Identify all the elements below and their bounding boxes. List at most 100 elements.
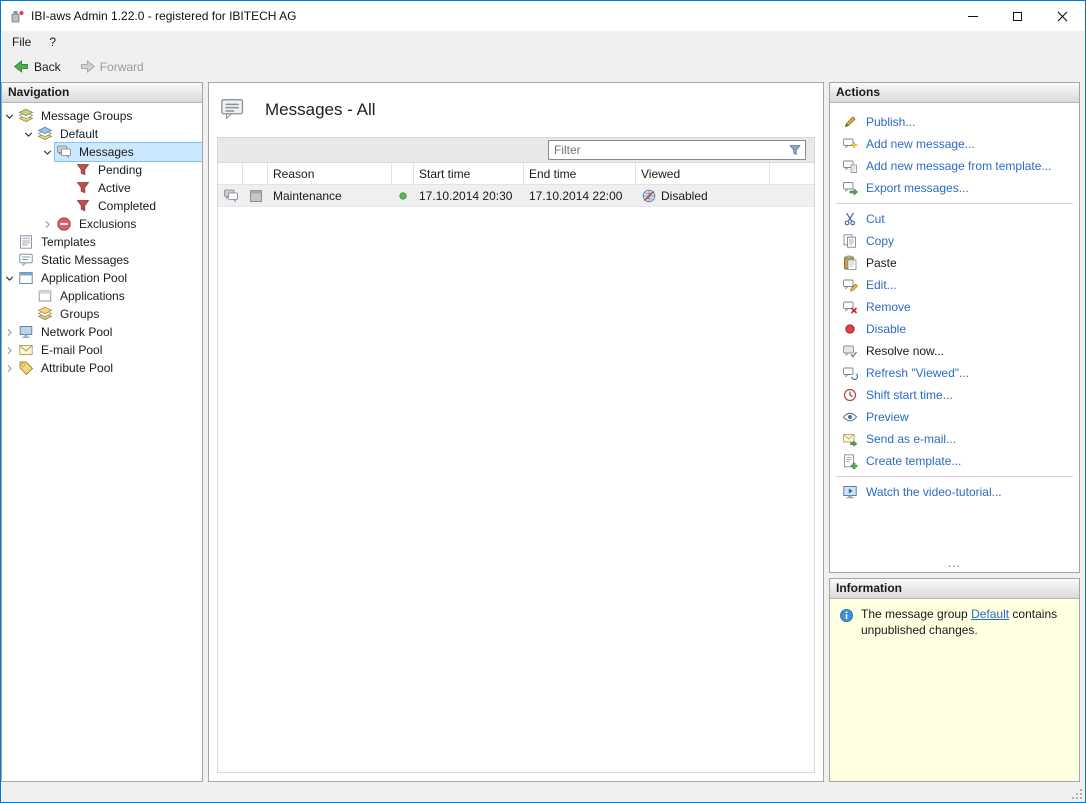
title-bar: IBI-aws Admin 1.22.0 - registered for IB… [1, 1, 1085, 31]
groups-icon [37, 306, 53, 322]
actions-list: Publish... Add new message... Add new mess… [830, 103, 1079, 572]
tree-item-messages[interactable]: Messages [2, 143, 202, 161]
action-label: Add new message... [866, 137, 975, 151]
viewed-text: Disabled [661, 189, 708, 203]
shift-start-time-icon [842, 387, 858, 403]
tree-item-label: Attribute Pool [38, 360, 116, 376]
tree-item-static-messages[interactable]: Static Messages [2, 251, 202, 269]
default-group-icon [37, 126, 53, 142]
tree-item-completed[interactable]: Completed [2, 197, 202, 215]
back-label: Back [34, 60, 61, 74]
resize-grip-icon[interactable] [1070, 787, 1084, 801]
tree-item-e-mail-pool[interactable]: E-mail Pool [2, 341, 202, 359]
actions-panel: Actions Publish...Add new message...Add … [829, 82, 1080, 573]
back-icon [13, 58, 30, 75]
navigation-header: Navigation [2, 83, 202, 103]
column-header-status[interactable] [392, 163, 414, 184]
action-add-new-message-from-template[interactable]: Add new message from template... [830, 155, 1079, 177]
action-label: Edit... [866, 278, 897, 292]
minimize-button[interactable] [950, 1, 995, 31]
action-publish[interactable]: Publish... [830, 111, 1079, 133]
forward-button[interactable]: Forward [71, 55, 152, 78]
status-bar [1, 784, 1085, 802]
email-pool-icon [18, 342, 34, 358]
action-label: Refresh "Viewed"... [866, 366, 969, 380]
filter-funnel-icon[interactable] [787, 142, 803, 158]
chevron-down-icon[interactable] [2, 108, 17, 124]
action-export-messages[interactable]: Export messages... [830, 177, 1079, 199]
tree-item-message-groups[interactable]: Message Groups [2, 107, 202, 125]
tree-item-templates[interactable]: Templates [2, 233, 202, 251]
column-header-reason[interactable]: Reason [268, 163, 392, 184]
chevron-down-icon[interactable] [2, 270, 17, 286]
tree-item-pending[interactable]: Pending [2, 161, 202, 179]
action-label: Preview [866, 410, 909, 424]
tree-item-groups[interactable]: Groups [2, 305, 202, 323]
actions-more-button[interactable]: ... [830, 555, 1079, 572]
maximize-button[interactable] [995, 1, 1040, 31]
action-copy[interactable]: Copy [830, 230, 1079, 252]
column-header-icon1[interactable] [218, 163, 243, 184]
chevron-right-icon[interactable] [40, 216, 55, 232]
chevron-right-icon[interactable] [2, 324, 17, 340]
column-header-filler [770, 163, 814, 184]
action-label: Paste [866, 256, 897, 270]
tree-item-label: E-mail Pool [38, 342, 105, 358]
expander-spacer [21, 306, 36, 322]
actions-separator [836, 203, 1073, 204]
action-preview[interactable]: Preview [830, 406, 1079, 428]
column-header-icon2[interactable] [243, 163, 268, 184]
close-button[interactable] [1040, 1, 1085, 31]
action-paste[interactable]: Paste [830, 252, 1079, 274]
menu-bar: File ? [1, 31, 1085, 53]
cell-end_time: 17.10.2014 22:00 [524, 189, 636, 203]
message-groups-icon [18, 108, 34, 124]
column-header-viewed[interactable]: Viewed [636, 163, 770, 184]
action-watch-the-video-tutorial[interactable]: Watch the video-tutorial... [830, 481, 1079, 503]
tree-item-label: Network Pool [38, 324, 115, 340]
action-remove[interactable]: Remove [830, 296, 1079, 318]
menu-file[interactable]: File [3, 31, 40, 53]
column-header-start_time[interactable]: Start time [414, 163, 524, 184]
tree-item-applications[interactable]: Applications [2, 287, 202, 305]
create-template-icon [842, 453, 858, 469]
action-add-new-message[interactable]: Add new message... [830, 133, 1079, 155]
chevron-down-icon[interactable] [21, 126, 36, 142]
tree-item-application-pool[interactable]: Application Pool [2, 269, 202, 287]
menu-help[interactable]: ? [40, 31, 65, 53]
tree-item-network-pool[interactable]: Network Pool [2, 323, 202, 341]
action-edit[interactable]: Edit... [830, 274, 1079, 296]
action-create-template[interactable]: Create template... [830, 450, 1079, 472]
filter-icon [75, 198, 91, 214]
tree-item-exclusions[interactable]: Exclusions [2, 215, 202, 233]
action-disable[interactable]: Disable [830, 318, 1079, 340]
page-title: Messages - All [265, 100, 376, 120]
tree-item-active[interactable]: Active [2, 179, 202, 197]
tree-item-default[interactable]: Default [2, 125, 202, 143]
table-row[interactable]: Maintenance17.10.2014 20:3017.10.2014 22… [218, 185, 814, 207]
exclusions-icon [56, 216, 72, 232]
action-send-as-e-mail[interactable]: Send as e-mail... [830, 428, 1079, 450]
maximize-icon [1013, 12, 1022, 21]
tree-item-label: Messages [76, 144, 137, 160]
default-group-link[interactable]: Default [971, 607, 1009, 621]
column-header-end_time[interactable]: End time [524, 163, 636, 184]
chevron-right-icon[interactable] [2, 342, 17, 358]
expander-spacer [2, 234, 17, 250]
action-refresh-viewed[interactable]: Refresh "Viewed"... [830, 362, 1079, 384]
action-shift-start-time[interactable]: Shift start time... [830, 384, 1079, 406]
filter-input[interactable] [549, 142, 787, 158]
back-button[interactable]: Back [5, 55, 69, 78]
app-icon [9, 8, 25, 24]
forward-label: Forward [100, 60, 144, 74]
navigation-panel: Navigation Message GroupsDefaultMessages… [1, 82, 203, 782]
chevron-right-icon[interactable] [2, 360, 17, 376]
chevron-down-icon[interactable] [40, 144, 55, 160]
action-label: Shift start time... [866, 388, 953, 402]
tree-item-label: Active [95, 180, 134, 196]
tree-item-label: Application Pool [38, 270, 130, 286]
action-resolve-now[interactable]: Resolve now... [830, 340, 1079, 362]
tree-item-attribute-pool[interactable]: Attribute Pool [2, 359, 202, 377]
status-green-icon [395, 188, 411, 204]
action-cut[interactable]: Cut [830, 208, 1079, 230]
